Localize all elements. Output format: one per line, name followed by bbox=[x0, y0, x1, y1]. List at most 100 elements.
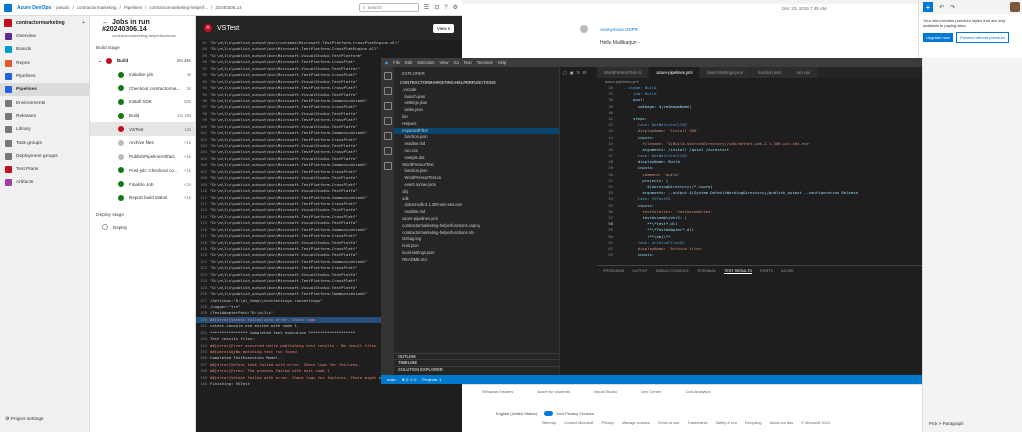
panel-tab-ports[interactable]: PORTS bbox=[760, 269, 773, 274]
file-tree-item[interactable]: WordPressorTest.cs bbox=[394, 175, 559, 182]
language-selector[interactable]: English (United States) bbox=[496, 411, 537, 416]
status-item[interactable]: ⊗ 0 ⚠ 0 bbox=[402, 377, 417, 382]
job-row[interactable]: Finalize Job <1s bbox=[90, 177, 195, 191]
redo-icon[interactable]: ↷ bbox=[950, 4, 955, 11]
new-folder-icon[interactable]: ▣ bbox=[570, 70, 574, 75]
ado-brand[interactable]: Azure DevOps bbox=[17, 5, 51, 11]
legal-link[interactable]: © Microsoft 2024 bbox=[801, 421, 830, 425]
legal-link[interactable]: Safety & eco bbox=[715, 421, 737, 425]
avatar[interactable] bbox=[1010, 2, 1020, 12]
legal-link[interactable]: Manage cookies bbox=[622, 421, 650, 425]
panel-tab-output[interactable]: OUTPUT bbox=[632, 269, 648, 274]
file-tree-item[interactable]: readme.md bbox=[394, 209, 559, 216]
job-row[interactable]: Post-job: Checkout co... <1s bbox=[90, 164, 195, 178]
file-tree-item[interactable]: event.runner.json bbox=[394, 182, 559, 189]
panel-section-outline[interactable]: OUTLINE bbox=[394, 352, 559, 360]
panel-tab-terminal[interactable]: TERMINAL bbox=[697, 269, 716, 274]
testing-icon[interactable] bbox=[383, 147, 392, 155]
legal-link[interactable]: Contact Microsoft bbox=[564, 421, 594, 425]
file-tree-item[interactable]: WordPressorText bbox=[394, 162, 559, 169]
menu-go[interactable]: Go bbox=[453, 60, 459, 65]
job-row[interactable]: Build 1m 18s bbox=[90, 109, 195, 123]
explorer-icon[interactable] bbox=[383, 72, 392, 80]
org-selector[interactable]: contractormarketing + bbox=[0, 16, 89, 30]
sidebar-item-library[interactable]: Library bbox=[0, 123, 89, 136]
list-icon[interactable]: ☰ bbox=[424, 4, 429, 11]
sidebar-item-task-groups[interactable]: Task groups bbox=[0, 136, 89, 149]
file-tree-item[interactable]: contractormarketing-helperfunctions.sln bbox=[394, 230, 559, 237]
file-tree-item[interactable]: launch.json bbox=[394, 94, 559, 101]
footer-link[interactable]: Cost Analytics bbox=[685, 389, 710, 394]
file-tree-item[interactable]: obj bbox=[394, 189, 559, 196]
editor-tab[interactable]: function.json bbox=[751, 67, 790, 78]
user-settings-icon[interactable]: ⚙ bbox=[453, 4, 458, 11]
sidebar-item-artifacts[interactable]: Artifacts bbox=[0, 176, 89, 189]
file-tree-item[interactable]: ImpactedFilter bbox=[394, 127, 559, 135]
job-row[interactable]: Install SDK 50s bbox=[90, 95, 195, 109]
sidebar-item-overview[interactable]: Overview bbox=[0, 30, 89, 43]
file-tree-item[interactable]: dotnet-sdk-2.1.300-win-x64.exe bbox=[394, 202, 559, 209]
privacy-choices[interactable]: Your Privacy Choices bbox=[544, 411, 594, 416]
breadcrumb-item[interactable]: contractormarketing bbox=[77, 5, 117, 10]
file-tree-item[interactable]: tasks.json bbox=[394, 107, 559, 114]
job-row[interactable]: Checkout contractorma... 2s bbox=[90, 81, 195, 95]
file-tree-item[interactable]: sdk bbox=[394, 196, 559, 203]
menu-help[interactable]: Help bbox=[498, 60, 507, 65]
upgrade-button[interactable]: Upgrade now bbox=[923, 33, 953, 42]
back-arrow-icon[interactable]: ← bbox=[102, 19, 109, 26]
editor-tab[interactable]: launchsettings.json bbox=[700, 67, 752, 78]
file-tree-item[interactable]: function.json bbox=[394, 134, 559, 141]
status-item[interactable]: main bbox=[387, 377, 396, 382]
file-tree-item[interactable]: Debug.log bbox=[394, 236, 559, 243]
panel-tab-test-results[interactable]: TEST RESULTS bbox=[724, 269, 752, 274]
file-tree-item[interactable]: settings.json bbox=[394, 100, 559, 107]
panel-tab-debug-console[interactable]: DEBUG CONSOLE bbox=[656, 269, 689, 274]
breadcrumb-item[interactable]: 20240306.14 bbox=[215, 5, 241, 10]
panel-tab-problems[interactable]: PROBLEMS bbox=[603, 269, 624, 274]
extensions-icon[interactable] bbox=[383, 132, 392, 140]
azure-devops-logo-icon[interactable] bbox=[4, 3, 12, 12]
file-tree-item[interactable]: bin bbox=[394, 114, 559, 121]
menu-file[interactable]: File bbox=[393, 60, 400, 65]
file-tree-item[interactable]: sample.dat bbox=[394, 155, 559, 162]
undo-icon[interactable]: ↶ bbox=[939, 4, 944, 11]
job-row[interactable]: PublishPipelineArtifact <1s bbox=[90, 150, 195, 164]
new-file-icon[interactable]: ▢ bbox=[563, 70, 567, 75]
project-settings[interactable]: ⚙ Project settings bbox=[5, 417, 43, 422]
chevron-down-icon[interactable]: ⌄ bbox=[98, 58, 102, 64]
preview-button[interactable]: Preview without premium bbox=[956, 32, 1009, 43]
breadcrumb-item[interactable]: contractormarketing-helperf... bbox=[149, 5, 208, 10]
menu-view[interactable]: View bbox=[439, 60, 448, 65]
legal-link[interactable]: Terms of use bbox=[658, 421, 680, 425]
job-row[interactable]: Initialize job 4s bbox=[90, 68, 195, 82]
sidebar-item-boards[interactable]: Boards bbox=[0, 43, 89, 56]
sidebar-item-environments[interactable]: Environments bbox=[0, 96, 89, 109]
run-debug-icon[interactable] bbox=[383, 117, 392, 125]
legal-link[interactable]: Privacy bbox=[601, 421, 613, 425]
legal-link[interactable]: Sitemap bbox=[542, 421, 556, 425]
editor-tab[interactable]: WordPressorTest.cs bbox=[597, 67, 650, 78]
file-tree-item[interactable]: README.md bbox=[394, 257, 559, 264]
breadcrumb-item[interactable]: pwudo bbox=[56, 5, 69, 10]
source-control-icon[interactable] bbox=[383, 102, 392, 110]
sidebar-item-releases[interactable]: Releases bbox=[0, 110, 89, 123]
job-row[interactable]: ⌄ Build 2m 36s bbox=[90, 54, 195, 68]
job-row[interactable]: Report build status <1s bbox=[90, 191, 195, 205]
menu-selection[interactable]: Selection bbox=[417, 60, 434, 65]
file-tree-item[interactable]: run.csx bbox=[394, 148, 559, 155]
sidebar-item-test-plans[interactable]: Test Plans bbox=[0, 163, 89, 176]
file-tree-item[interactable]: local.settings.json bbox=[394, 250, 559, 257]
menu-terminal[interactable]: Terminal bbox=[477, 60, 493, 65]
add-icon[interactable]: + bbox=[82, 20, 85, 26]
file-tree-item[interactable]: azure-pipelines.yml bbox=[394, 216, 559, 223]
sidebar-item-pipelines[interactable]: Pipelines bbox=[0, 83, 89, 97]
status-item[interactable]: Projects: 1 bbox=[422, 377, 441, 382]
file-tree-item[interactable]: host.json bbox=[394, 243, 559, 250]
view-raw-button[interactable]: View s bbox=[432, 23, 454, 33]
search-icon[interactable] bbox=[383, 87, 392, 95]
file-tree-item[interactable]: function.json bbox=[394, 168, 559, 175]
footer-link[interactable]: Visual Studio bbox=[594, 389, 617, 394]
comment-author[interactable]: Anonymous GDPR bbox=[600, 27, 638, 32]
azure-icon[interactable] bbox=[383, 162, 392, 170]
search-input[interactable]: ⌕ Search bbox=[358, 3, 419, 12]
